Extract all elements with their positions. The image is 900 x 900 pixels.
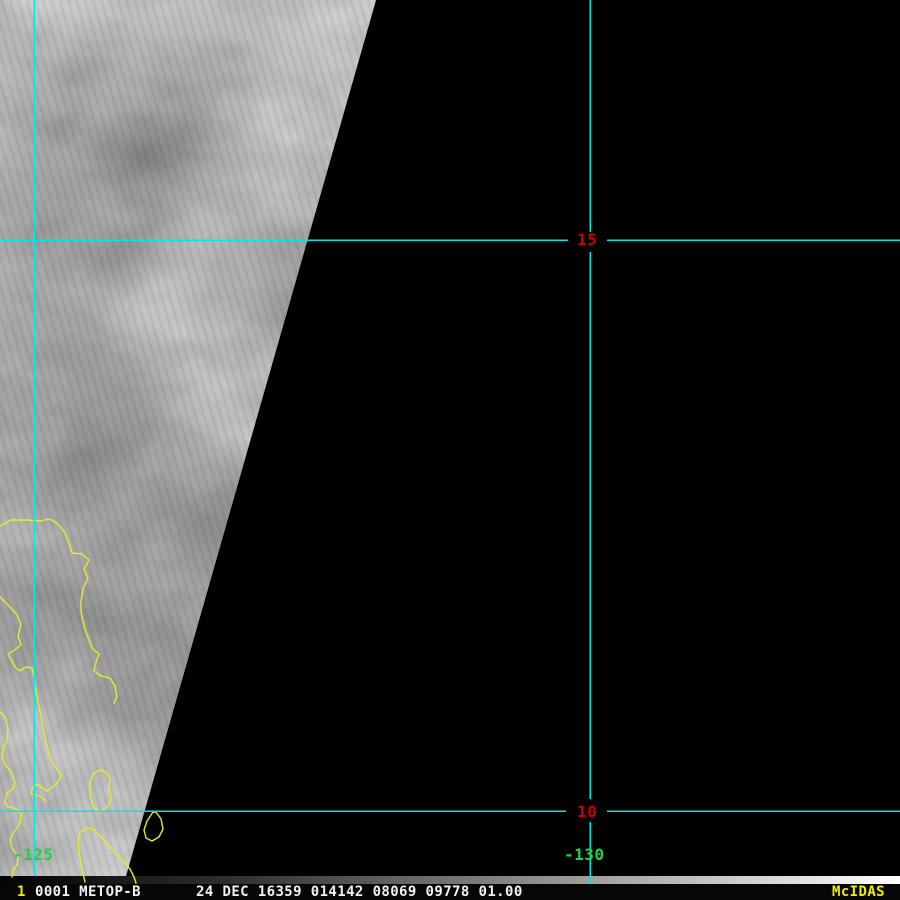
satellite-swath-image xyxy=(0,0,376,876)
satellite-image-canvas[interactable] xyxy=(0,0,900,900)
latitude-label-15: 15 xyxy=(577,230,598,249)
coastline-island xyxy=(143,811,164,842)
longitude-label-minus-125: -125 xyxy=(13,845,54,864)
latitude-label-10: 10 xyxy=(577,802,598,821)
longitude-label-minus-130: -130 xyxy=(564,845,605,864)
mcidas-image-window: 1 0001 METOP-B 24 DEC 16359 014142 08069… xyxy=(0,0,900,900)
